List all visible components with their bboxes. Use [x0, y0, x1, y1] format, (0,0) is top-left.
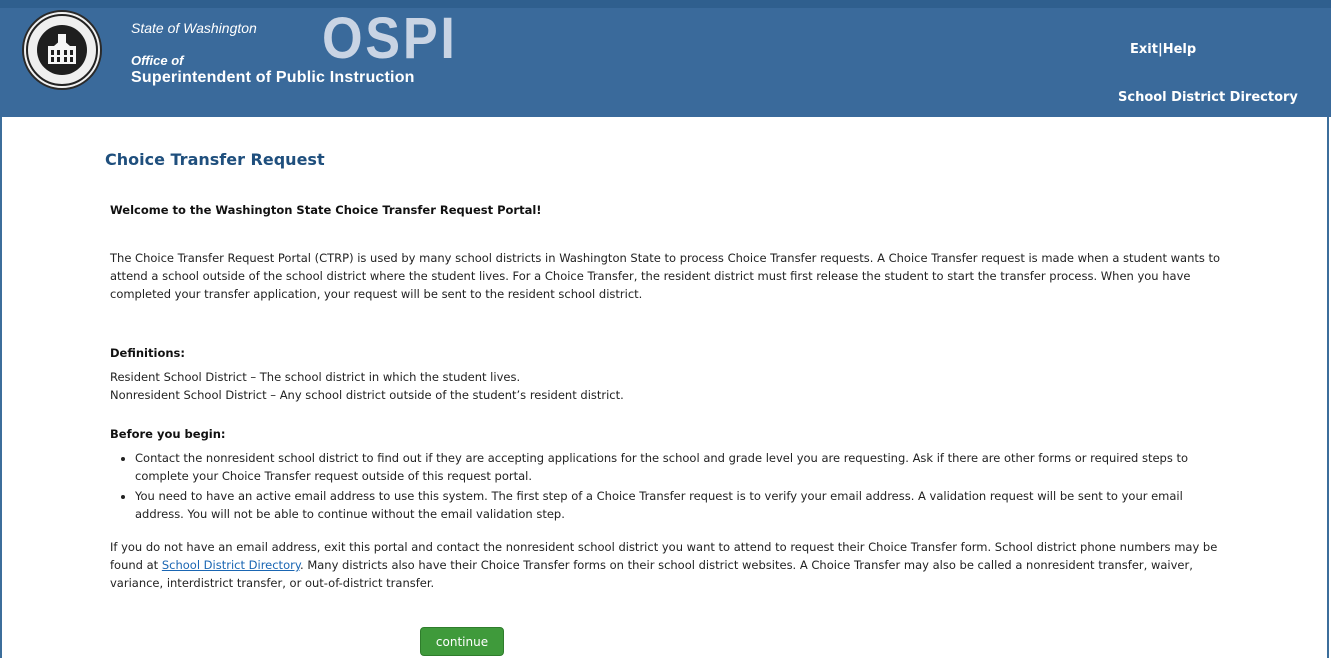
welcome-heading: Welcome to the Washington State Choice T…	[110, 203, 542, 217]
intro-paragraph: The Choice Transfer Request Portal (CTRP…	[110, 251, 1221, 301]
exit-link[interactable]: Exit	[1130, 42, 1158, 57]
site-header: State of Washington Office of Superinten…	[0, 0, 1331, 117]
before-you-begin-list: Contact the nonresident school district …	[122, 449, 1225, 525]
exit-help-links: Exit|Help	[1130, 42, 1196, 57]
office-label: Office of	[131, 53, 184, 68]
list-item: Contact the nonresident school district …	[135, 449, 1225, 485]
state-name: State of Washington	[131, 20, 257, 36]
washington-seal-logo	[22, 10, 102, 90]
continue-button[interactable]: continue	[420, 627, 504, 656]
school-district-directory-link[interactable]: School District Directory	[1118, 90, 1298, 105]
seal-icon	[26, 14, 98, 86]
outro-paragraph: If you do not have an email address, exi…	[110, 538, 1225, 592]
definitions-heading: Definitions:	[110, 346, 185, 360]
list-item: You need to have an active email address…	[135, 487, 1225, 523]
before-you-begin-heading: Before you begin:	[110, 427, 226, 441]
agency-name: Superintendent of Public Instruction	[131, 69, 415, 86]
help-link[interactable]: Help	[1163, 42, 1196, 57]
page-title: Choice Transfer Request	[105, 150, 325, 169]
school-district-directory-inline-link[interactable]: School District Directory	[162, 558, 300, 572]
ospi-logo-text: OSPI	[322, 6, 458, 71]
definition-nonresident: Nonresident School District – Any school…	[110, 388, 624, 402]
definition-resident: Resident School District – The school di…	[110, 370, 521, 384]
